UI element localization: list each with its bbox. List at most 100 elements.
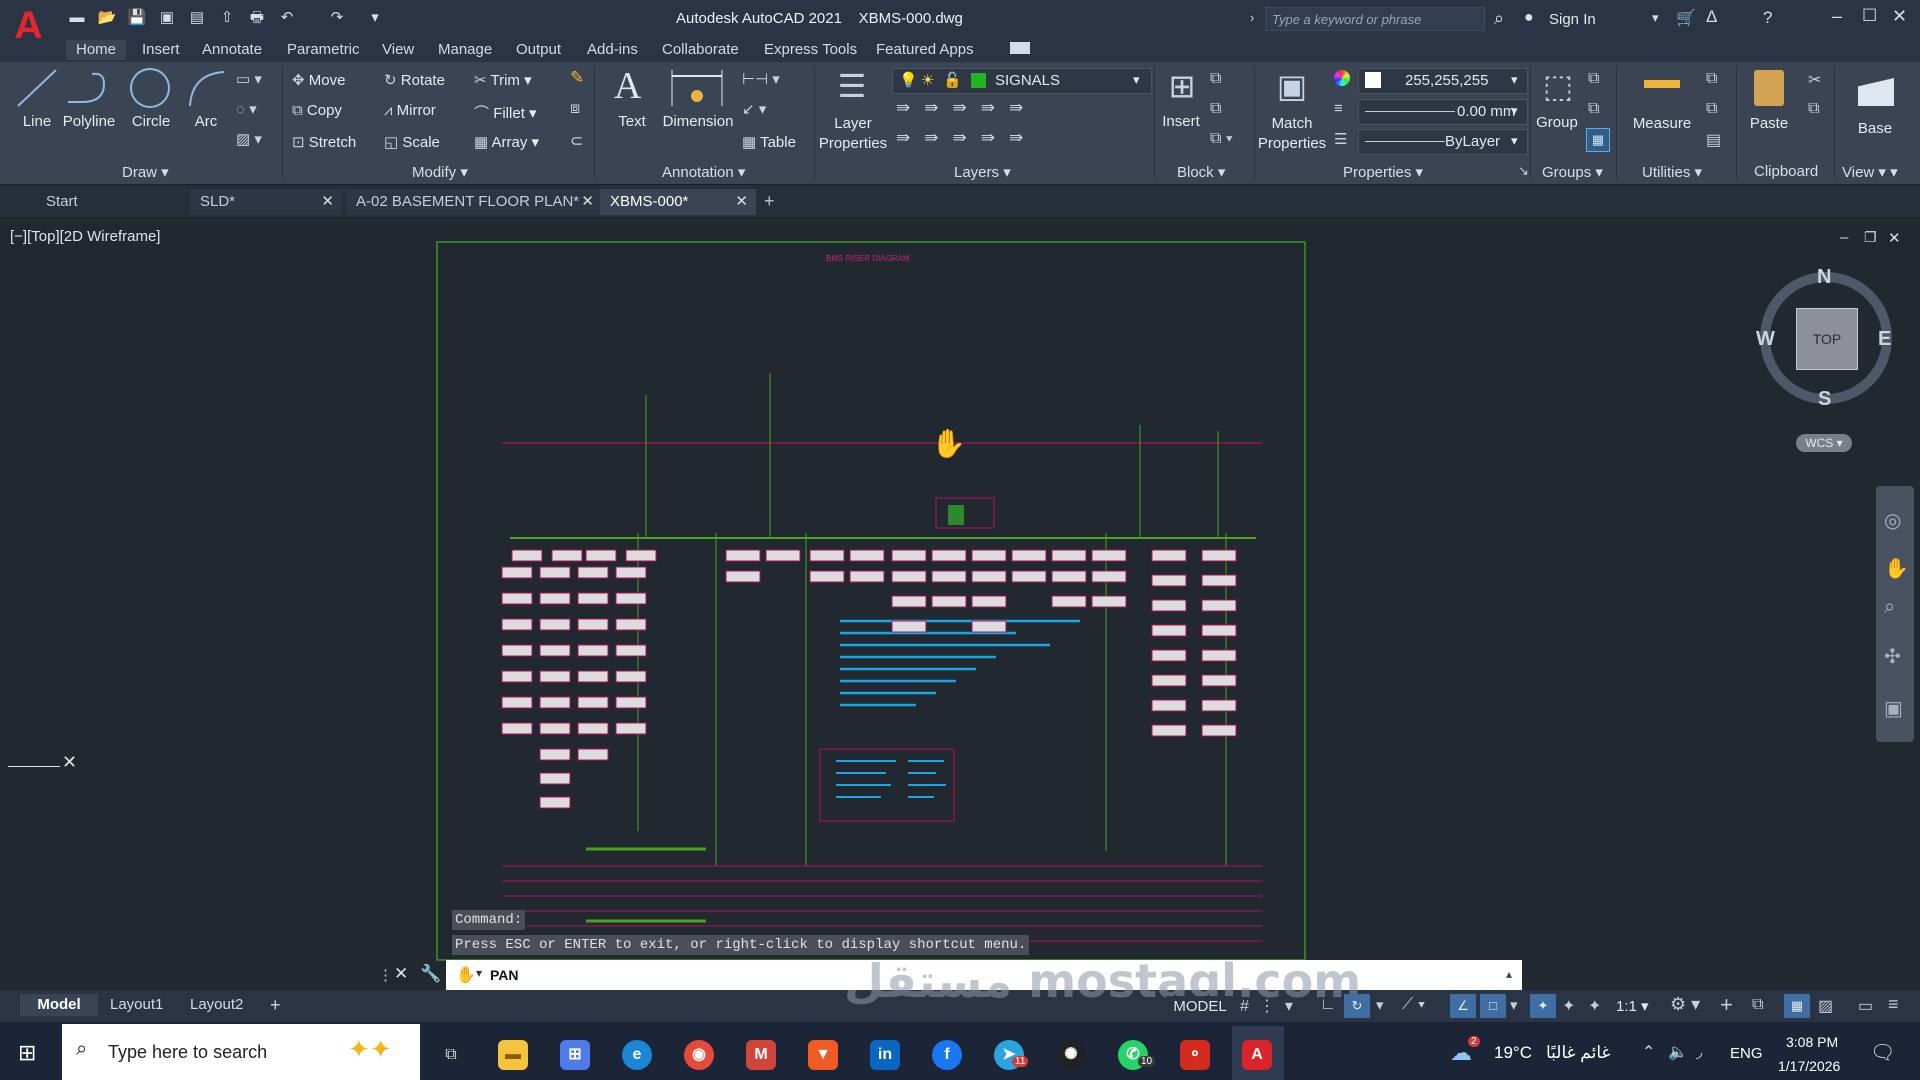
ungroup-icon[interactable]: ⧉ xyxy=(1588,70,1599,88)
select-all-icon[interactable]: ⧉ xyxy=(1706,100,1717,118)
gradient-icon[interactable]: ▨ ▾ xyxy=(236,130,262,148)
measure-button[interactable]: Measure xyxy=(1628,115,1696,132)
clock-time[interactable]: 3:08 PM xyxy=(1786,1034,1838,1050)
annotation-scale-dropdown[interactable]: 1:1 ▾ xyxy=(1616,997,1649,1015)
rotate-button[interactable]: ↻ Rotate xyxy=(384,71,445,89)
clean-screen-icon[interactable]: ▭ xyxy=(1858,996,1873,1016)
erase-icon[interactable]: ✎ xyxy=(570,68,584,88)
viewport-minimize-icon[interactable]: – xyxy=(1840,229,1848,246)
block-panel-title[interactable]: Block ▾ xyxy=(1177,163,1225,181)
grid-snap-icons[interactable]: #⋮▾ xyxy=(1240,996,1303,1016)
layer-properties-button[interactable]: Layer Properties xyxy=(818,114,888,154)
save-icon[interactable]: 💾 xyxy=(127,9,147,27)
text-button[interactable]: Text xyxy=(610,113,654,130)
lock-ui-icon[interactable]: ▨ xyxy=(1818,996,1833,1016)
annotation-monitor-icon[interactable]: + xyxy=(1720,992,1733,1018)
layer-dropdown[interactable]: 💡 ☀ 🔓 SIGNALS ▾ xyxy=(892,68,1152,94)
tab-sld[interactable]: SLD* ✕ xyxy=(190,189,342,215)
command-line-grip-icon[interactable]: ⋮ xyxy=(378,966,393,984)
customization-menu-icon[interactable]: ≡ xyxy=(1888,994,1899,1015)
recent-commands-icon[interactable]: ▾ xyxy=(476,966,482,980)
group-edit-icon[interactable]: ⧉ xyxy=(1588,100,1599,118)
language-indicator[interactable]: ENG xyxy=(1730,1045,1763,1062)
tab-xbms[interactable]: XBMS-000* ✕ xyxy=(600,189,756,215)
tab-express-tools[interactable]: Express Tools xyxy=(764,40,857,60)
move-button[interactable]: ✥ Move xyxy=(292,71,345,89)
tab-start[interactable]: Start xyxy=(36,189,192,215)
windows-start-icon[interactable]: ⊞ xyxy=(18,1040,36,1066)
quick-select-icon[interactable]: ⧉ xyxy=(1706,70,1717,88)
insert-button[interactable]: Insert xyxy=(1156,113,1206,130)
compass-south[interactable]: S xyxy=(1818,388,1831,411)
scale-button[interactable]: ◱ Scale xyxy=(384,133,440,151)
weather-temp[interactable]: 19°C xyxy=(1494,1043,1532,1063)
groups-panel-title[interactable]: Groups ▾ xyxy=(1542,163,1603,181)
zoom-extents-icon[interactable]: ⌕ xyxy=(1884,596,1895,619)
circle-button[interactable]: Circle xyxy=(126,113,176,130)
new-file-icon[interactable]: ▬ xyxy=(67,9,87,27)
customize-wrench-icon[interactable]: 🔧 xyxy=(420,964,441,984)
polar-dropdown-icon[interactable]: ▾ xyxy=(1376,996,1384,1014)
edit-block-icon[interactable]: ⧉ xyxy=(1210,100,1221,118)
tab-collaborate[interactable]: Collaborate xyxy=(662,40,739,60)
object-snap-icon[interactable]: □ xyxy=(1480,994,1506,1018)
quick-properties-icon[interactable]: ▦ xyxy=(1784,994,1810,1018)
layer-tools-row2-icon[interactable]: ⇛⇛⇛⇛⇛ xyxy=(896,128,1037,148)
leader-icon[interactable]: ⊢⊣ ▾ xyxy=(742,70,780,88)
offset-icon[interactable]: ⊂ xyxy=(570,131,583,151)
lineweight-dropdown[interactable]: 0.00 mm ▾ xyxy=(1358,99,1528,125)
tab-featured-apps[interactable]: Featured Apps xyxy=(876,40,974,60)
utilities-panel-title[interactable]: Utilities ▾ xyxy=(1642,163,1702,181)
array-button[interactable]: ▦ Array ▾ xyxy=(474,133,539,151)
table-button[interactable]: ▦ Table xyxy=(742,133,796,151)
close-command-line-icon[interactable]: ✕ xyxy=(394,964,408,984)
plot-icon[interactable]: 🖶 xyxy=(247,9,267,27)
rectangle-icon[interactable]: ▭ ▾ xyxy=(236,70,262,88)
linkedin-icon[interactable]: in xyxy=(870,1040,900,1070)
help-icon[interactable]: ? xyxy=(1763,8,1772,28)
tab-a02-basement[interactable]: A-02 BASEMENT FLOOR PLAN* ✕ xyxy=(346,189,602,215)
arc-button[interactable]: Arc xyxy=(186,113,226,130)
mirror-button[interactable]: ⩘ Mirror xyxy=(384,102,436,119)
modify-panel-title[interactable]: Modify ▾ xyxy=(412,163,468,181)
multileader-icon[interactable]: ↙ ▾ xyxy=(742,100,766,118)
tab-home[interactable]: Home xyxy=(66,40,127,60)
facebook-icon[interactable]: f xyxy=(932,1040,962,1070)
viewport-close-icon[interactable]: ✕ xyxy=(1888,229,1901,247)
group-button[interactable]: Group xyxy=(1532,114,1582,131)
tab-layout1[interactable]: Layout1 xyxy=(110,994,163,1016)
autodesk-a360-icon[interactable]: Δ xyxy=(1706,7,1717,27)
minimize-icon[interactable]: – xyxy=(1832,6,1842,27)
dimension-button[interactable]: Dimension xyxy=(656,113,740,130)
ortho-icon[interactable]: ∟ xyxy=(1320,996,1336,1014)
maximize-icon[interactable]: ☐ xyxy=(1862,6,1877,26)
copy-clip-icon[interactable]: ⧉ xyxy=(1808,100,1819,118)
autocad-taskbar-icon[interactable]: A xyxy=(1242,1040,1272,1070)
viewport-controls-label[interactable]: [−][Top][2D Wireframe] xyxy=(10,228,160,245)
pan-icon[interactable]: ✋ xyxy=(1884,556,1909,581)
save-as-icon[interactable]: ▣ xyxy=(157,9,177,27)
chevron-right-icon[interactable]: › xyxy=(1250,10,1254,25)
linetype-dropdown[interactable]: ByLayer ▾ xyxy=(1358,129,1528,155)
color-dropdown[interactable]: 255,255,255 ▾ xyxy=(1358,68,1528,94)
tab-parametric[interactable]: Parametric xyxy=(287,40,360,60)
polyline-button[interactable]: Polyline xyxy=(60,113,118,130)
calculator-icon[interactable]: ▤ xyxy=(1706,130,1721,150)
orbit-icon[interactable]: ✣ xyxy=(1884,644,1901,669)
file-explorer-icon[interactable]: ▬ xyxy=(498,1040,528,1070)
units-icon[interactable]: ⧉ xyxy=(1752,996,1763,1014)
color-wheel-icon[interactable] xyxy=(1334,70,1350,86)
auto-scale-icon[interactable]: ✦ xyxy=(1562,996,1575,1016)
tab-view[interactable]: View xyxy=(382,40,414,60)
publish-icon[interactable]: ▤ xyxy=(187,9,207,27)
show-hidden-icons-icon[interactable]: ⌃ xyxy=(1642,1042,1655,1062)
tab-manage[interactable]: Manage xyxy=(438,40,492,60)
tab-model[interactable]: Model xyxy=(20,994,98,1016)
tab-add-ins[interactable]: Add-ins xyxy=(587,40,638,60)
ribbon-minimize-icon[interactable] xyxy=(1010,42,1030,54)
create-block-icon[interactable]: ⧉ xyxy=(1210,70,1221,88)
hatch-icon[interactable]: ◌ ▾ xyxy=(236,100,257,118)
copy-button[interactable]: ⧉ Copy xyxy=(292,102,342,119)
osnap-dropdown-icon[interactable]: ▾ xyxy=(1510,996,1518,1014)
line-button[interactable]: Line xyxy=(14,113,60,130)
